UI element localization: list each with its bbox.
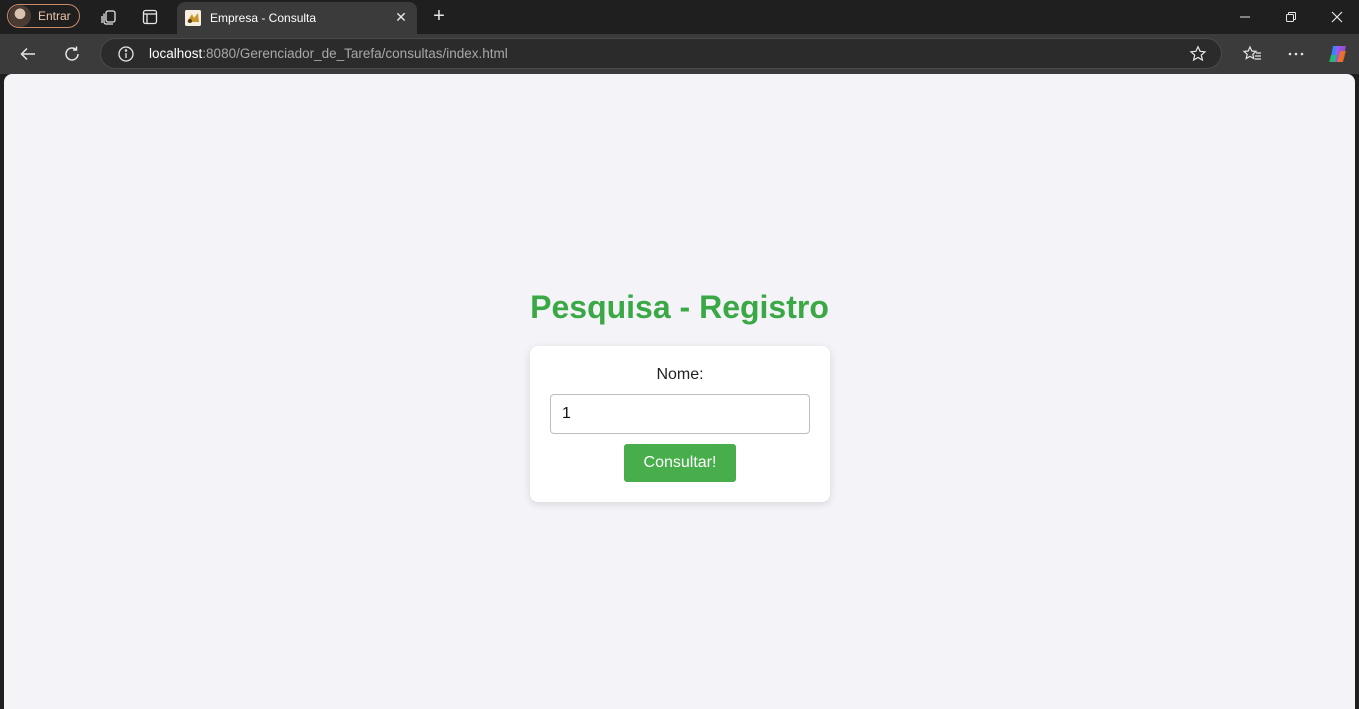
url-host: localhost xyxy=(149,46,203,61)
copilot-icon[interactable] xyxy=(1326,42,1350,66)
tab-title: Empresa - Consulta xyxy=(210,11,317,25)
page-viewport: Pesquisa - Registro Nome: Consultar! xyxy=(4,74,1355,709)
browser-tabstrip: Entrar Empresa - Consulta ✕ + xyxy=(0,0,1359,34)
close-window-icon[interactable] xyxy=(1317,5,1357,29)
name-field-label: Nome: xyxy=(656,366,704,383)
refresh-icon[interactable] xyxy=(60,42,84,66)
consult-button[interactable]: Consultar! xyxy=(624,444,736,482)
address-bar[interactable]: localhost:8080/Gerenciador_de_Tarefa/con… xyxy=(100,38,1222,69)
page-title: Pesquisa - Registro xyxy=(530,289,829,325)
new-tab-icon[interactable]: + xyxy=(428,5,450,27)
favorite-star-icon[interactable] xyxy=(1189,45,1207,63)
tab-active[interactable]: Empresa - Consulta ✕ xyxy=(177,2,417,34)
site-favicon-icon xyxy=(185,10,201,26)
url-text[interactable]: localhost:8080/Gerenciador_de_Tarefa/con… xyxy=(149,46,508,61)
browser-toolbar: localhost:8080/Gerenciador_de_Tarefa/con… xyxy=(0,34,1359,74)
site-info-icon[interactable] xyxy=(117,45,135,63)
tab-close-icon[interactable]: ✕ xyxy=(393,9,409,25)
minimize-icon[interactable] xyxy=(1225,5,1265,29)
more-options-icon[interactable] xyxy=(1284,42,1308,66)
avatar xyxy=(9,5,31,27)
back-arrow-icon[interactable] xyxy=(16,42,40,66)
profile-label: Entrar xyxy=(38,9,71,23)
restore-icon[interactable] xyxy=(1271,5,1311,29)
tab-actions-icon[interactable] xyxy=(139,6,161,28)
search-form-card: Nome: Consultar! xyxy=(530,346,830,502)
name-input[interactable] xyxy=(550,394,810,434)
favorites-icon[interactable] xyxy=(1240,42,1264,66)
profile-button[interactable]: Entrar xyxy=(7,4,80,28)
url-path: :8080/Gerenciador_de_Tarefa/consultas/in… xyxy=(202,46,508,61)
workspaces-icon[interactable] xyxy=(98,6,120,28)
